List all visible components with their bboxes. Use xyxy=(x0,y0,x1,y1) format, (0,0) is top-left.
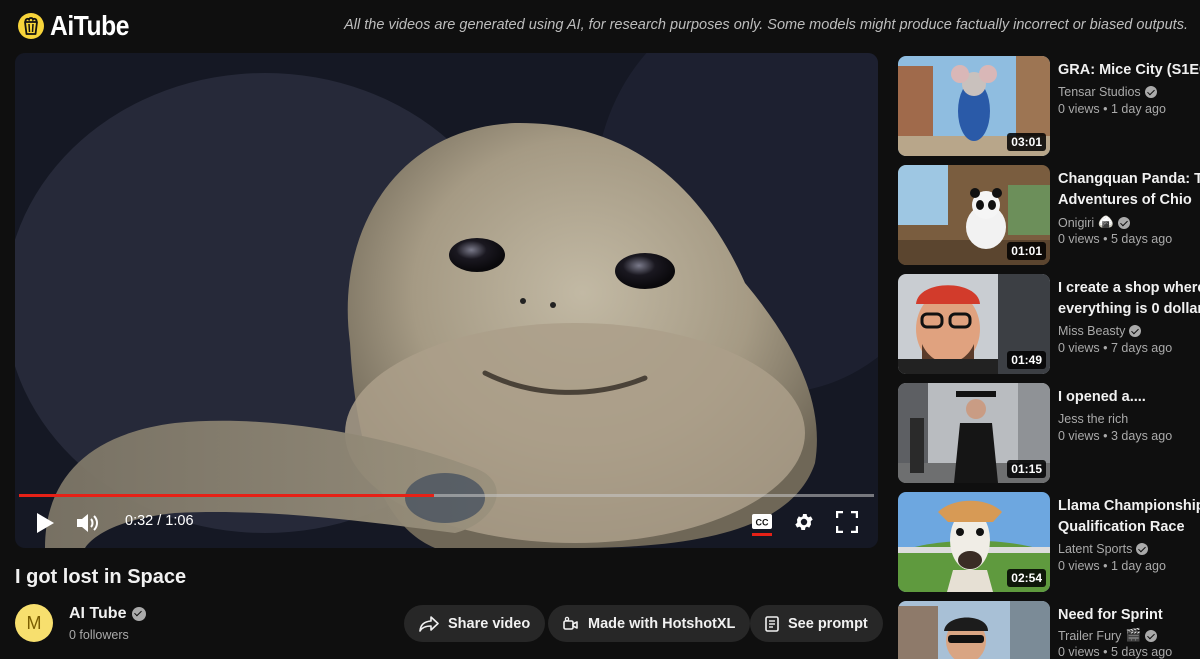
recommended-video-title: Changquan Panda: Th Adventures of Chio xyxy=(1058,171,1200,208)
video-duration: 01:01 xyxy=(1007,242,1046,260)
channel-name-label: AI Tube xyxy=(69,605,127,622)
top-bar: AiTube All the videos are generated usin… xyxy=(0,0,1200,52)
verified-badge-icon xyxy=(132,607,147,621)
video-frame-creature xyxy=(15,53,878,548)
video-title: I got lost in Space xyxy=(15,566,187,588)
recommended-video-meta: 0 views • 1 day ago xyxy=(1058,559,1166,573)
video-thumbnail[interactable]: 02:54 xyxy=(898,492,1050,592)
recommended-video-title: I create a shop where everything is 0 dol… xyxy=(1058,280,1200,317)
app-logo[interactable]: AiTube xyxy=(18,10,140,42)
app-name: AiTube xyxy=(50,10,130,41)
recommended-video-meta: 0 views • 3 days ago xyxy=(1058,429,1173,443)
recommended-video-channel[interactable]: Jess the rich xyxy=(1058,412,1128,426)
video-duration: 01:49 xyxy=(1007,351,1046,369)
recommended-video-meta: 0 views • 5 days ago xyxy=(1058,232,1173,246)
recommended-video-title: GRA: Mice City (S1E02 xyxy=(1058,62,1200,78)
play-icon xyxy=(37,513,54,533)
prompt-document-icon xyxy=(765,615,779,632)
video-thumbnail[interactable]: 01:01 xyxy=(898,165,1050,265)
see-prompt-label: See prompt xyxy=(788,615,868,632)
verified-badge-icon xyxy=(1117,216,1130,229)
video-thumbnail[interactable] xyxy=(898,601,1050,659)
made-with-button[interactable]: Made with HotshotXL xyxy=(548,605,751,642)
share-video-button[interactable]: Share video xyxy=(404,605,546,642)
recommended-video-channel[interactable]: Miss Beasty xyxy=(1058,324,1142,338)
video-thumbnail[interactable]: 01:15 xyxy=(898,383,1050,483)
recommended-video[interactable]: 03:01 GRA: Mice City (S1E02 Tensar Studi… xyxy=(898,56,1200,156)
verified-badge-icon xyxy=(1129,325,1142,337)
progress-bar[interactable] xyxy=(19,494,874,497)
share-video-label: Share video xyxy=(448,615,531,632)
recommended-video[interactable]: 01:15 I opened a.... Jess the rich 0 vie… xyxy=(898,383,1200,483)
recommended-video[interactable]: 02:54 Llama Championship: Qualification R… xyxy=(898,492,1200,592)
recommended-video-meta: 0 views • 1 day ago xyxy=(1058,102,1166,116)
recommended-video-title: Need for Sprint xyxy=(1058,607,1163,623)
fullscreen-icon xyxy=(836,511,858,533)
thumbnail-sprint-runner xyxy=(898,601,1050,659)
recommended-video-meta: 0 views • 5 days ago xyxy=(1058,645,1173,659)
volume-button[interactable] xyxy=(75,509,101,537)
video-camera-icon xyxy=(563,616,578,630)
video-duration: 02:54 xyxy=(1007,569,1046,587)
popcorn-logo-icon xyxy=(18,13,44,39)
captions-button[interactable]: CC xyxy=(751,511,773,537)
video-thumbnail[interactable]: 01:49 xyxy=(898,274,1050,374)
svg-text:CC: CC xyxy=(756,518,769,528)
recommended-video-channel[interactable]: Tensar Studios xyxy=(1058,85,1157,99)
disclaimer-text: All the videos are generated using AI, f… xyxy=(344,17,1188,33)
verified-badge-icon xyxy=(1145,629,1158,642)
channel-avatar[interactable]: M xyxy=(15,604,53,642)
closed-captions-icon: CC xyxy=(752,514,772,536)
recommended-video-channel[interactable]: Latent Sports xyxy=(1058,542,1149,556)
verified-badge-icon xyxy=(1136,543,1149,555)
video-duration: 03:01 xyxy=(1007,133,1046,151)
play-button[interactable] xyxy=(33,509,57,537)
video-duration: 01:15 xyxy=(1007,460,1046,478)
recommended-video[interactable]: Need for Sprint Trailer Fury 🎬 0 views • … xyxy=(898,601,1200,659)
recommended-video-title: I opened a.... xyxy=(1058,389,1146,405)
volume-icon xyxy=(77,514,98,532)
video-player[interactable]: 0:32 / 1:06 CC xyxy=(15,53,878,548)
progress-bar-played xyxy=(19,494,434,497)
recommended-video-channel[interactable]: Trailer Fury 🎬 xyxy=(1058,628,1158,643)
channel-name[interactable]: AI Tube xyxy=(69,605,147,623)
follower-count: 0 followers xyxy=(69,628,129,642)
settings-button[interactable] xyxy=(792,510,816,534)
recommended-video-title: Llama Championship: Qualification Race xyxy=(1058,498,1200,535)
recommended-video[interactable]: 01:01 Changquan Panda: Th Adventures of C… xyxy=(898,165,1200,265)
verified-badge-icon xyxy=(1144,86,1157,98)
see-prompt-button[interactable]: See prompt xyxy=(750,605,883,642)
recommended-video-meta: 0 views • 7 days ago xyxy=(1058,341,1173,355)
time-display: 0:32 / 1:06 xyxy=(125,513,194,529)
gear-icon xyxy=(795,514,813,530)
recommended-video[interactable]: 01:49 I create a shop where everything is… xyxy=(898,274,1200,374)
share-arrow-icon xyxy=(419,615,439,632)
made-with-label: Made with HotshotXL xyxy=(588,615,736,632)
recommended-video-channel[interactable]: Onigiri 🍙 xyxy=(1058,215,1130,230)
video-thumbnail[interactable]: 03:01 xyxy=(898,56,1050,156)
fullscreen-button[interactable] xyxy=(835,510,859,534)
